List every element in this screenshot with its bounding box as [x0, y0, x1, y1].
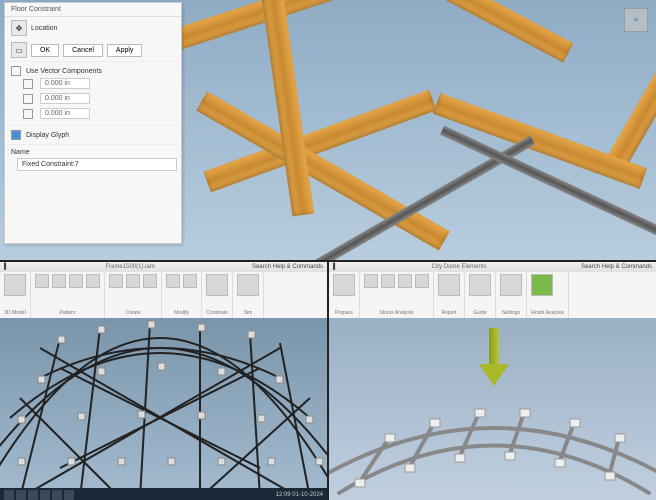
ribbon-icon[interactable]	[415, 274, 429, 288]
app-window-right: ▌ City Dome Elements Search Help & Comma…	[329, 262, 656, 500]
apply-button[interactable]: Apply	[107, 44, 143, 57]
ribbon-group-label: Finish Analysis	[531, 310, 564, 316]
search-help[interactable]: Search Help & Commands	[252, 264, 323, 270]
z-checkbox[interactable]	[23, 109, 33, 119]
ribbon-group-label: Stress Analysis	[364, 310, 429, 316]
app-window-left: ▌ Frame1500(1).iam Search Help & Command…	[0, 262, 327, 500]
ribbon-group-label: 3D Model	[4, 310, 26, 316]
top-3d-viewport[interactable]: ⌂ Floor Constraint ✥ Location ▭ OK Cance…	[0, 0, 656, 260]
vector-components-checkbox[interactable]	[11, 66, 21, 76]
ribbon-icon[interactable]	[237, 274, 259, 296]
taskbar-icon[interactable]	[64, 490, 74, 500]
view-cube-home[interactable]: ⌂	[624, 8, 648, 32]
ribbon-group-label: Modify	[166, 310, 197, 316]
display-glyph-checkbox[interactable]	[11, 130, 21, 140]
ribbon-group-label: Report	[438, 310, 460, 316]
dome-top-struts	[329, 318, 656, 500]
location-icon[interactable]: ✥	[11, 20, 27, 36]
ribbon-icon[interactable]	[183, 274, 197, 288]
dialog-title: Floor Constraint	[5, 3, 181, 17]
x-checkbox[interactable]	[23, 79, 33, 89]
titlebar-right: ▌ City Dome Elements Search Help & Comma…	[329, 262, 656, 272]
titlebar-left: ▌ Frame1500(1).iam Search Help & Command…	[0, 262, 327, 272]
beam	[262, 0, 314, 216]
doc-title-left: Frame1500(1).iam	[8, 264, 252, 270]
ribbon-icon[interactable]	[398, 274, 412, 288]
ribbon-icon[interactable]	[52, 274, 66, 288]
taskbar-icon[interactable]	[16, 490, 26, 500]
constraint-dialog: Floor Constraint ✥ Location ▭ OK Cancel …	[4, 2, 182, 244]
ribbon-icon[interactable]	[500, 274, 522, 296]
ribbon-icon[interactable]	[469, 274, 491, 296]
ribbon-icon[interactable]	[86, 274, 100, 288]
taskbar-icon[interactable]	[40, 490, 50, 500]
x-value[interactable]: 0.000 in	[40, 78, 90, 89]
ok-button[interactable]: OK	[31, 44, 59, 57]
ribbon-icon[interactable]	[364, 274, 378, 288]
ribbon-icon[interactable]	[35, 274, 49, 288]
beam	[387, 0, 574, 63]
ribbon-icon[interactable]	[206, 274, 228, 296]
search-help[interactable]: Search Help & Commands	[581, 264, 652, 270]
ribbon-left: 3D Model Pattern Create Modify Constrain…	[0, 272, 327, 319]
ribbon-icon[interactable]	[126, 274, 140, 288]
taskbar[interactable]: 12:09 01-10-2024	[0, 488, 327, 500]
location-label: Location	[31, 25, 57, 32]
ribbon-icon[interactable]	[333, 274, 355, 296]
finish-icon[interactable]	[531, 274, 553, 296]
ribbon-icon[interactable]	[4, 274, 26, 296]
geodesic-viewport[interactable]	[0, 318, 327, 500]
cancel-button[interactable]: Cancel	[63, 44, 103, 57]
display-glyph-label: Display Glyph	[26, 132, 69, 139]
geodesic-dome	[0, 318, 327, 500]
taskbar-icon[interactable]	[52, 490, 62, 500]
ribbon-group-label: Sim	[237, 310, 259, 316]
ribbon-group-label: Pattern	[35, 310, 100, 316]
taskbar-clock[interactable]: 12:09 01-10-2024	[276, 492, 323, 498]
vector-components-label: Use Vector Components	[26, 68, 102, 75]
start-icon[interactable]	[4, 490, 14, 500]
ribbon-group-label: Constrain	[206, 310, 228, 316]
ribbon-icon[interactable]	[143, 274, 157, 288]
ribbon-group-label: Guide	[469, 310, 491, 316]
taskbar-icon[interactable]	[28, 490, 38, 500]
ribbon-icon[interactable]	[109, 274, 123, 288]
ribbon-icon[interactable]	[381, 274, 395, 288]
ribbon-icon[interactable]	[438, 274, 460, 296]
ribbon-group-label: Create	[109, 310, 157, 316]
ribbon-group-label: Prepare	[333, 310, 355, 316]
z-value[interactable]: 0.000 in	[40, 108, 90, 119]
name-label: Name	[11, 149, 175, 156]
ribbon-icon[interactable]	[166, 274, 180, 288]
stress-viewport[interactable]	[329, 318, 656, 500]
ribbon-right: Prepare Stress Analysis Report Guide Set…	[329, 272, 656, 319]
y-checkbox[interactable]	[23, 94, 33, 104]
name-input[interactable]: Fixed Constraint:7	[17, 158, 177, 171]
ribbon-icon[interactable]	[69, 274, 83, 288]
selector-icon[interactable]: ▭	[11, 42, 27, 58]
y-value[interactable]: 0.000 in	[40, 93, 90, 104]
doc-title-right: City Dome Elements	[337, 264, 581, 270]
ribbon-group-label: Settings	[500, 310, 522, 316]
